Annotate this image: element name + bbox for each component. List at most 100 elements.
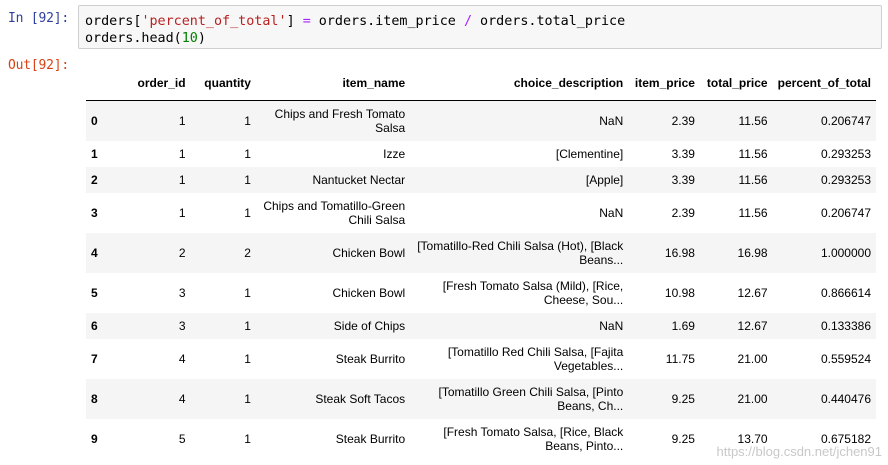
cell-item-name: Izze: [383, 147, 406, 161]
cell-percent-of-total: 0.866614: [820, 286, 871, 300]
cell-item-name: Steak Soft Tacos: [315, 392, 406, 406]
cell-item-name: Nantucket Nectar: [312, 173, 406, 187]
code-string: 'percent_of_total': [141, 14, 287, 29]
cell-item-price: 2.39: [671, 206, 695, 220]
cell-percent-of-total: 0.559524: [820, 352, 871, 366]
cell-choice-description: [Tomatillo Green Chili Salsa, [Pinto Bea…: [438, 385, 624, 413]
cell-percent-of-total: 0.206747: [820, 114, 871, 128]
cell-item-name: Side of Chips: [333, 319, 406, 333]
cell-order-id: 4: [178, 392, 186, 406]
table-row: 8 4 1 Steak Soft Tacos [Tomatillo Green …: [86, 379, 876, 419]
code-token: orders.item_price: [310, 14, 464, 29]
cell-quantity: 1: [244, 114, 251, 128]
cell-percent-of-total: 0.293253: [820, 147, 871, 161]
cell-item-price: 9.25: [671, 392, 695, 406]
cell-item-name: Chips and Fresh Tomato Salsa: [274, 107, 406, 135]
code-cell[interactable]: orders['percent_of_total'] = orders.item…: [78, 5, 882, 49]
cell-quantity: 1: [244, 392, 251, 406]
cell-order-id: 3: [178, 286, 186, 300]
cell-total-price: 11.56: [738, 114, 768, 128]
cell-total-price: 21.00: [737, 392, 768, 406]
table-row: 7 4 1 Steak Burrito [Tomatillo Red Chili…: [86, 339, 876, 379]
cell-quantity: 1: [244, 286, 251, 300]
cell-item-price: 3.39: [671, 173, 695, 187]
cell-choice-description: [Fresh Tomato Salsa, [Rice, Black Beans,…: [443, 425, 624, 453]
cell-item-name: Chicken Bowl: [332, 246, 406, 260]
cell-choice-description: [Tomatillo-Red Chili Salsa (Hot), [Black…: [417, 239, 624, 267]
column-header: order_id: [117, 66, 191, 101]
cell-item-name: Steak Burrito: [335, 352, 406, 366]
cell-choice-description: [Apple]: [585, 173, 624, 187]
cell-item-price: 16.98: [664, 246, 695, 260]
table-row: 6 3 1 Side of Chips NaN 1.69 12.67 0.133…: [86, 313, 876, 339]
input-prompt: In [92]:: [8, 11, 70, 26]
cell-percent-of-total: 0.293253: [820, 173, 871, 187]
cell-percent-of-total: 0.440476: [820, 392, 871, 406]
cell-order-id: 3: [178, 319, 186, 333]
code-operator: /: [463, 14, 472, 29]
cell-total-price: 11.56: [738, 147, 768, 161]
row-index: 0: [91, 114, 98, 128]
dataframe-table: order_id quantity item_name choice_descr…: [86, 66, 876, 459]
cell-total-price: 12.67: [737, 286, 768, 300]
cell-choice-description: [Fresh Tomato Salsa (Mild), [Rice, Chees…: [442, 279, 624, 307]
cell-quantity: 1: [244, 319, 251, 333]
table-row: 3 1 1 Chips and Tomatillo-Green Chili Sa…: [86, 193, 876, 233]
code-token: ]: [286, 14, 303, 29]
table-row: 5 3 1 Chicken Bowl [Fresh Tomato Salsa (…: [86, 273, 876, 313]
cell-quantity: 1: [244, 432, 251, 446]
cell-order-id: 4: [178, 352, 186, 366]
cell-order-id: 1: [178, 147, 186, 161]
row-index: 7: [91, 352, 98, 366]
cell-choice-description: NaN: [599, 319, 624, 333]
watermark: https://blog.csdn.net/jchen91: [716, 444, 882, 459]
cell-choice-description: NaN: [599, 114, 624, 128]
cell-percent-of-total: 1.000000: [820, 246, 871, 260]
row-index: 5: [91, 286, 98, 300]
column-header: percent_of_total: [772, 66, 876, 101]
cell-order-id: 1: [178, 206, 186, 220]
column-header: total_price: [699, 66, 773, 101]
row-index: 9: [91, 432, 98, 446]
output-area: order_id quantity item_name choice_descr…: [86, 66, 876, 459]
row-index: 4: [91, 246, 98, 260]
cell-choice-description: [Tomatillo Red Chili Salsa, [Fajita Vege…: [447, 345, 624, 373]
cell-item-price: 2.39: [671, 114, 695, 128]
cell-percent-of-total: 0.206747: [820, 206, 871, 220]
column-header: item_price: [628, 66, 700, 101]
table-row: 2 1 1 Nantucket Nectar [Apple] 3.39 11.5…: [86, 167, 876, 193]
cell-item-name: Chips and Tomatillo-Green Chili Salsa: [263, 199, 406, 227]
cell-order-id: 5: [178, 432, 186, 446]
column-header: quantity: [190, 66, 256, 101]
cell-total-price: 11.56: [738, 173, 768, 187]
code-token: ): [197, 31, 206, 46]
table-row: 4 2 2 Chicken Bowl [Tomatillo-Red Chili …: [86, 233, 876, 273]
cell-order-id: 1: [178, 173, 186, 187]
cell-total-price: 16.98: [737, 246, 768, 260]
cell-choice-description: NaN: [599, 206, 624, 220]
code-operator: =: [302, 14, 311, 29]
row-index: 8: [91, 392, 98, 406]
cell-quantity: 1: [244, 352, 251, 366]
cell-order-id: 2: [178, 246, 186, 260]
row-index: 3: [91, 206, 98, 220]
code-editor[interactable]: orders['percent_of_total'] = orders.item…: [85, 13, 625, 47]
table-row: 1 1 1 Izze [Clementine] 3.39 11.56 0.293…: [86, 141, 876, 167]
column-header: [86, 66, 118, 101]
column-header: choice_description: [410, 66, 629, 101]
cell-total-price: 11.56: [738, 206, 768, 220]
cell-item-price: 10.98: [664, 286, 695, 300]
code-token: orders.head(: [85, 31, 182, 46]
column-header: item_name: [255, 66, 411, 101]
cell-total-price: 21.00: [737, 352, 768, 366]
cell-total-price: 12.67: [737, 319, 768, 333]
row-index: 2: [91, 173, 98, 187]
row-index: 6: [91, 319, 98, 333]
cell-quantity: 1: [244, 173, 251, 187]
cell-item-name: Chicken Bowl: [332, 286, 406, 300]
row-index: 1: [91, 147, 98, 161]
cell-item-price: 1.69: [671, 319, 695, 333]
cell-choice-description: [Clementine]: [555, 147, 624, 161]
cell-quantity: 1: [244, 206, 251, 220]
output-prompt: Out[92]:: [8, 58, 70, 73]
